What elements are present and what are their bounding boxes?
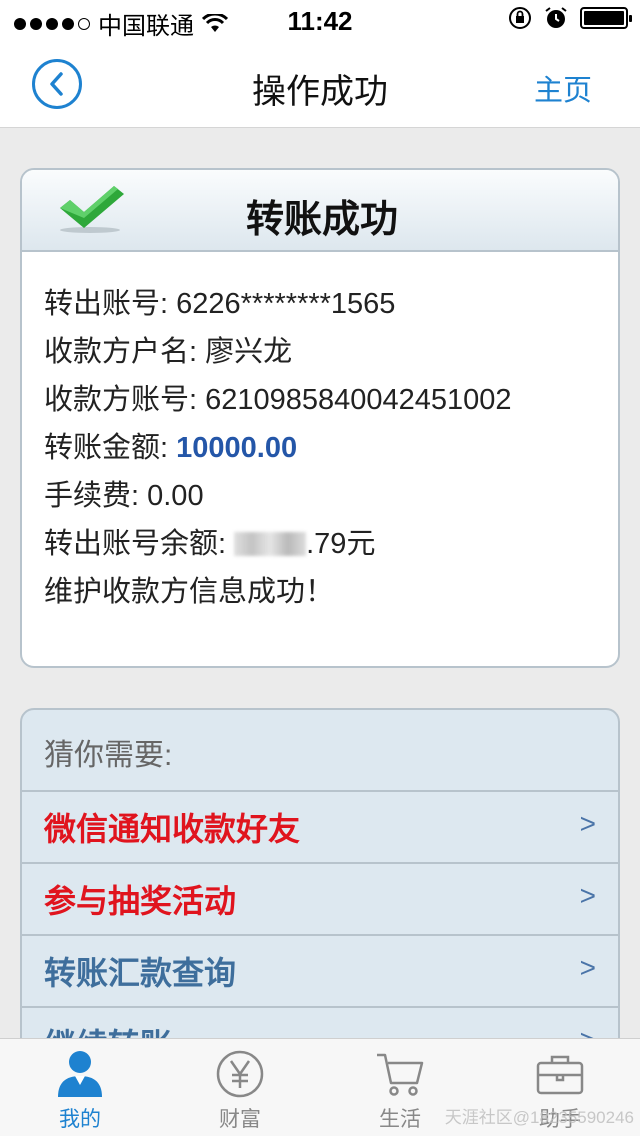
alarm-icon <box>545 7 567 28</box>
fee-row: 手续费: 0.00 <box>44 480 204 512</box>
suggestions-title: 猜你需要: <box>22 710 618 792</box>
rotation-lock-icon <box>509 7 531 29</box>
transfer-amount: 10000.00 <box>176 432 298 464</box>
tab-wealth[interactable]: 财富 <box>160 1039 320 1136</box>
payee-saved-message: 维护收款方信息成功！ <box>44 576 335 608</box>
suggest-wechat-notify[interactable]: 微信通知收款好友 > <box>22 792 618 864</box>
battery-icon <box>580 7 632 29</box>
nav-bar: 操作成功 主页 <box>0 40 640 128</box>
chevron-right-icon: > <box>579 952 596 983</box>
watermark: 天涯社区@18235590246 <box>444 1108 634 1127</box>
home-button[interactable]: 主页 <box>534 67 592 109</box>
payee-account-row: 收款方账号: 6210985840042451002 <box>44 384 512 416</box>
redacted-balance <box>234 532 307 556</box>
chevron-right-icon: > <box>579 808 596 839</box>
result-card: 转账成功 转出账号: 6226********1565 收款方户名: 廖兴龙 收… <box>20 168 620 668</box>
person-icon <box>58 1051 102 1097</box>
suggest-lottery[interactable]: 参与抽奖活动 > <box>22 864 618 936</box>
balance-row: 转出账号余额: .79元 <box>44 528 376 560</box>
briefcase-icon <box>536 1055 584 1095</box>
suggest-transfer-query[interactable]: 转账汇款查询 > <box>22 936 618 1008</box>
status-right <box>508 6 632 30</box>
tab-bar: 我的 财富 生活 助手 天涯社区@18235590246 <box>0 1038 640 1136</box>
cart-icon <box>377 1053 424 1096</box>
result-details: 转出账号: 6226********1565 收款方户名: 廖兴龙 收款方账号:… <box>22 252 618 616</box>
status-bar: 中国联通 11:42 <box>0 0 640 40</box>
payee-name-row: 收款方户名: 廖兴龙 <box>44 336 293 368</box>
tab-mine[interactable]: 我的 <box>0 1039 160 1136</box>
from-account-row: 转出账号: 6226********1565 <box>44 288 396 320</box>
yen-icon <box>216 1050 264 1098</box>
amount-row: 转账金额: 10000.00 <box>44 432 298 464</box>
result-title: 转账成功 <box>245 199 398 241</box>
result-header: 转账成功 <box>22 170 618 252</box>
chevron-right-icon: > <box>579 880 596 911</box>
